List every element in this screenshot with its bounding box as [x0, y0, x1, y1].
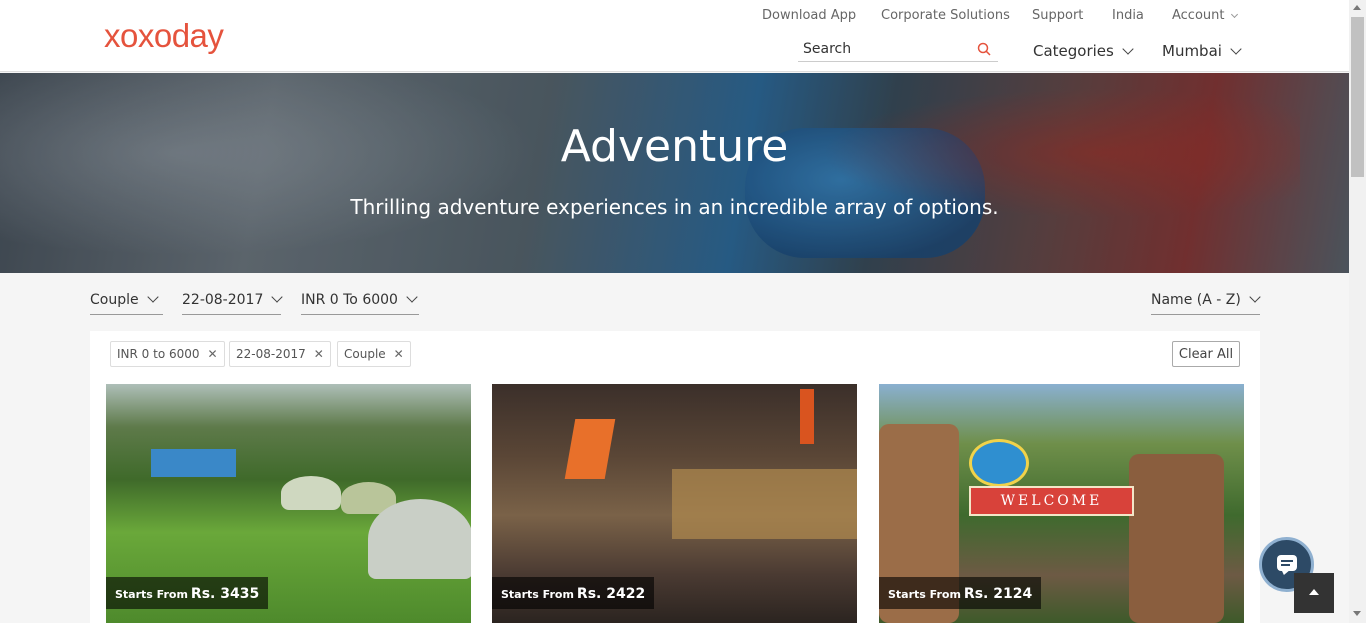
- price-value: Rs. 2422: [576, 586, 646, 602]
- price-tag: Starts From Rs. 2124: [879, 577, 1042, 609]
- date-filter[interactable]: 22-08-2017: [182, 288, 284, 315]
- support-link[interactable]: Support: [1032, 8, 1083, 23]
- chevron-down-icon: [1122, 43, 1134, 55]
- chevron-down-icon: [1230, 43, 1242, 55]
- price-value: Rs. 2124: [963, 586, 1033, 602]
- scroll-up-icon[interactable]: [1353, 5, 1361, 10]
- sort-dropdown[interactable]: Name (A - Z): [1151, 288, 1261, 315]
- search-icon[interactable]: [976, 41, 992, 57]
- price-tag: Starts From Rs. 2422: [492, 577, 655, 609]
- budget-filter-label: INR 0 To 6000: [301, 292, 398, 308]
- scroll-down-icon[interactable]: [1353, 611, 1361, 616]
- download-app-link[interactable]: Download App: [762, 8, 856, 23]
- site-header: xoxoday Download App Corporate Solutions…: [0, 0, 1349, 72]
- date-filter-label: 22-08-2017: [182, 292, 264, 308]
- chip-label: INR 0 to 6000: [117, 347, 200, 361]
- chevron-down-icon: [406, 291, 418, 303]
- close-icon[interactable]: ✕: [208, 347, 218, 361]
- account-link[interactable]: Account: [1172, 8, 1238, 23]
- chat-icon: [1277, 555, 1297, 571]
- back-to-top-button[interactable]: [1294, 573, 1334, 613]
- scrollbar[interactable]: [1349, 0, 1366, 623]
- city-label: Mumbai: [1162, 42, 1222, 60]
- filter-chip: 22-08-2017 ✕: [229, 341, 331, 367]
- hero-banner: Adventure Thrilling adventure experience…: [0, 73, 1349, 273]
- india-link[interactable]: India: [1112, 8, 1144, 23]
- page-title: Adventure: [560, 121, 789, 172]
- sort-label: Name (A - Z): [1151, 292, 1241, 308]
- search-input[interactable]: [798, 38, 968, 60]
- group-filter-label: Couple: [90, 292, 139, 308]
- starts-from-label: Starts From: [115, 588, 188, 601]
- chip-label: Couple: [344, 347, 386, 361]
- categories-label: Categories: [1033, 42, 1114, 60]
- experience-card[interactable]: WELCOME Starts From Rs. 2124: [879, 384, 1244, 623]
- xoxoday-logo[interactable]: xoxoday: [104, 18, 224, 54]
- search-box: [798, 38, 998, 62]
- price-value: Rs. 3435: [190, 586, 260, 602]
- corporate-solutions-link[interactable]: Corporate Solutions: [881, 8, 1010, 23]
- chevron-down-icon: [146, 291, 159, 303]
- categories-dropdown[interactable]: Categories: [1033, 42, 1134, 60]
- account-label: Account: [1172, 8, 1225, 23]
- experience-card[interactable]: Starts From Rs. 2422: [492, 384, 857, 623]
- city-dropdown[interactable]: Mumbai: [1162, 42, 1242, 60]
- close-icon[interactable]: ✕: [394, 347, 404, 361]
- chevron-down-icon: [271, 291, 284, 303]
- filter-chip: INR 0 to 6000 ✕: [110, 341, 225, 367]
- chevron-down-icon: [1230, 10, 1238, 19]
- experience-card[interactable]: Starts From Rs. 3435: [106, 384, 471, 623]
- clear-all-button[interactable]: Clear All: [1172, 341, 1240, 367]
- page-subtitle: Thrilling adventure experiences in an in…: [350, 195, 999, 219]
- scrollbar-thumb[interactable]: [1351, 17, 1364, 177]
- budget-filter[interactable]: INR 0 To 6000: [301, 288, 419, 315]
- chip-label: 22-08-2017: [236, 347, 306, 361]
- filter-chip: Couple ✕: [337, 341, 411, 367]
- welcome-sign: WELCOME: [969, 486, 1134, 516]
- chevron-down-icon: [1249, 291, 1261, 303]
- close-icon[interactable]: ✕: [314, 347, 324, 361]
- starts-from-label: Starts From: [501, 588, 574, 601]
- price-tag: Starts From Rs. 3435: [106, 577, 269, 609]
- group-filter[interactable]: Couple: [90, 288, 163, 315]
- starts-from-label: Starts From: [888, 588, 961, 601]
